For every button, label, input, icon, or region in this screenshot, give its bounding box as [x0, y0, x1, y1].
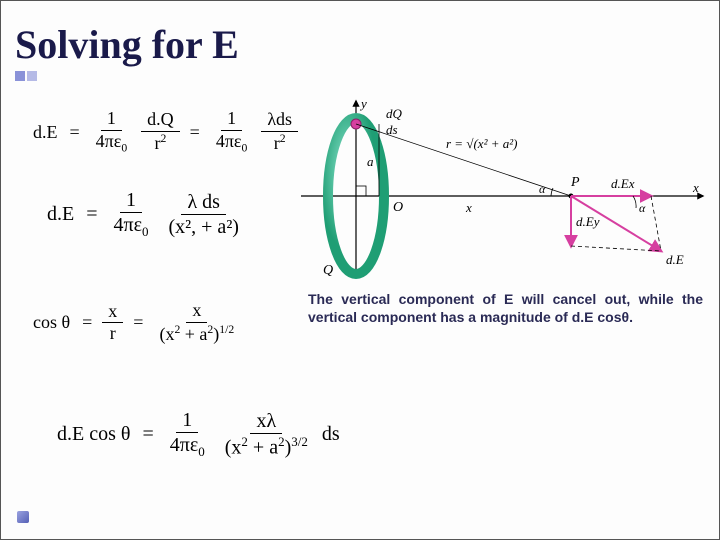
eq1-frac3: 1 4πε0 — [210, 109, 254, 155]
corner-decoration — [17, 511, 29, 523]
equals-sign: = — [190, 122, 200, 143]
eq4-f2-den: (x2 + a2)3/2 — [219, 434, 314, 459]
eq4-f2-num: xλ — [250, 410, 282, 434]
equals-sign: = — [70, 122, 80, 143]
ring-field-diagram: y x dQ ds a O Q r = √(x² + a²) x P α d.E… — [301, 96, 709, 281]
eq1-frac2: d.Q r2 — [141, 110, 180, 154]
equation-1: d.E = 1 4πε0 d.Q r2 = 1 4πε0 λds r2 — [33, 109, 302, 155]
eq1-f3-num: 1 — [221, 109, 242, 131]
caption-line-1: The vertical component of E will cancel … — [308, 291, 630, 307]
label-xvar: x — [465, 200, 472, 215]
label-alpha-1: α — [539, 182, 546, 196]
label-dEy: d.Ey — [576, 214, 600, 229]
eq1-frac4: λds r2 — [261, 110, 298, 154]
label-r: r = √(x² + a²) — [446, 136, 517, 151]
eq4-frac1: 1 4πε0 — [164, 409, 211, 459]
eq1-lhs: d.E — [33, 122, 58, 143]
eq2-frac2: λ ds (x², + a²) — [163, 191, 245, 238]
label-dEx: d.Ex — [611, 176, 635, 191]
eq3-frac2: x (x2 + a2)1/2 — [153, 301, 240, 345]
eq2-frac1: 1 4πε0 — [108, 189, 155, 239]
eq1-f2-num: d.Q — [141, 110, 180, 132]
accent-square-light — [27, 71, 37, 81]
accent-square-dark — [15, 71, 25, 81]
eq3-f2-den: (x2 + a2)1/2 — [153, 323, 240, 345]
eq1-f2-den: r2 — [148, 132, 172, 154]
equals-sign: = — [133, 312, 143, 333]
label-y: y — [359, 96, 367, 111]
label-dE: d.E — [666, 252, 684, 267]
label-alpha-2: α — [639, 201, 646, 215]
eq4-f1-num: 1 — [176, 409, 198, 433]
eq3-lhs: cos θ — [33, 312, 70, 333]
equals-sign: = — [142, 423, 153, 446]
eq4-f1-den: 4πε0 — [164, 433, 211, 459]
eq2-f1-den: 4πε0 — [108, 213, 155, 239]
eq3-frac1: x r — [102, 302, 123, 345]
eq1-f4-num: λds — [261, 110, 298, 132]
label-P: P — [570, 175, 580, 190]
caption-line-3: magnitude of d.E cosθ. — [480, 309, 633, 325]
eq3-f1-den: r — [104, 323, 122, 344]
eq2-lhs: d.E — [47, 203, 74, 226]
caption-text: The vertical component of E will cancel … — [308, 291, 703, 326]
equals-sign: = — [82, 312, 92, 333]
eq2-f2-num: λ ds — [181, 191, 225, 215]
label-dQ: dQ — [386, 106, 403, 121]
eq1-f4-den: r2 — [268, 132, 292, 154]
equals-sign: = — [86, 203, 97, 226]
label-Q: Q — [323, 263, 333, 278]
label-O: O — [393, 200, 403, 215]
eq3-f1-num: x — [102, 302, 123, 324]
equation-2: d.E = 1 4πε0 λ ds (x², + a²) — [47, 189, 249, 239]
eq3-f2-num: x — [186, 301, 207, 323]
slide-title: Solving for E — [15, 21, 239, 68]
eq2-f1-num: 1 — [120, 189, 142, 213]
label-x: x — [692, 180, 699, 195]
equation-3: cos θ = x r = x (x2 + a2)1/2 — [33, 301, 244, 345]
eq4-tail: ds — [322, 423, 340, 446]
eq1-f3-den: 4πε0 — [210, 131, 254, 155]
eq2-f2-den: (x², + a²) — [163, 215, 245, 238]
eq4-frac2: xλ (x2 + a2)3/2 — [219, 410, 314, 459]
label-a: a — [367, 154, 374, 169]
eq4-lhs: d.E cos θ — [57, 423, 130, 446]
equation-4: d.E cos θ = 1 4πε0 xλ (x2 + a2)3/2 ds — [57, 409, 340, 459]
eq1-f1-den: 4πε0 — [90, 131, 134, 155]
eq1-frac1: 1 4πε0 — [90, 109, 134, 155]
eq1-f1-num: 1 — [101, 109, 122, 131]
